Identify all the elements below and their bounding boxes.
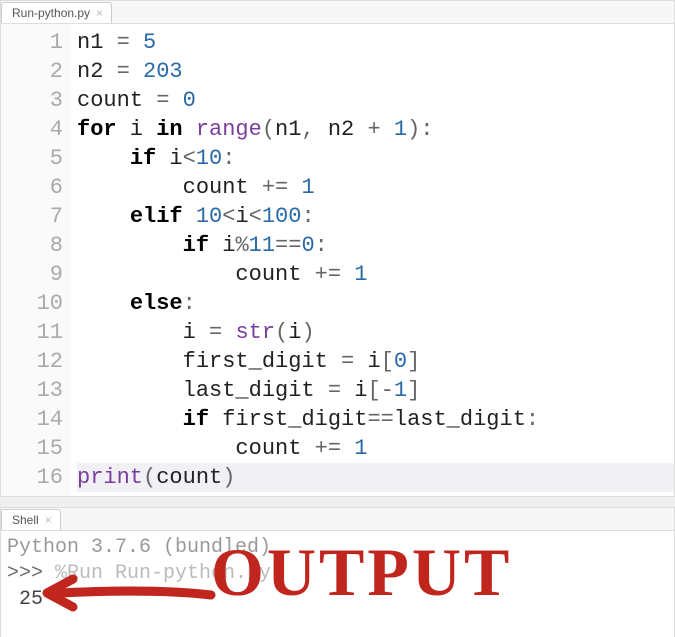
line-number: 14 [1, 405, 63, 434]
editor-tab[interactable]: Run-python.py × [1, 2, 112, 23]
line-number: 8 [1, 231, 63, 260]
code-line[interactable]: i = str(i) [77, 318, 674, 347]
shell-magic-command: %Run Run-python.py [43, 562, 271, 585]
shell-prompt: >>> [7, 562, 43, 585]
shell-run-line: >>> %Run Run-python.py [7, 561, 668, 587]
code-line[interactable]: last_digit = i[-1] [77, 376, 674, 405]
line-number-gutter: 12345678910111213141516 [1, 24, 71, 496]
line-number: 16 [1, 463, 63, 492]
code-line[interactable]: else: [77, 289, 674, 318]
line-number: 5 [1, 144, 63, 173]
code-line[interactable]: first_digit = i[0] [77, 347, 674, 376]
line-number: 7 [1, 202, 63, 231]
shell-body[interactable]: Python 3.7.6 (bundled) >>> %Run Run-pyth… [1, 531, 674, 637]
line-number: 12 [1, 347, 63, 376]
code-line[interactable]: n1 = 5 [77, 28, 674, 57]
editor-tab-label: Run-python.py [12, 6, 90, 20]
code-line[interactable]: count += 1 [77, 434, 674, 463]
code-line[interactable]: print(count) [77, 463, 674, 492]
shell-tab[interactable]: Shell × [1, 509, 61, 530]
code-line[interactable]: elif 10<i<100: [77, 202, 674, 231]
shell-output: 25 [7, 587, 668, 613]
shell-panel: Shell × Python 3.7.6 (bundled) >>> %Run … [0, 507, 675, 637]
line-number: 9 [1, 260, 63, 289]
code-line[interactable]: count += 1 [77, 173, 674, 202]
code-line[interactable]: if i<10: [77, 144, 674, 173]
shell-version-line: Python 3.7.6 (bundled) [7, 535, 668, 561]
shell-tab-bar: Shell × [1, 508, 674, 531]
line-number: 3 [1, 86, 63, 115]
code-line[interactable]: count = 0 [77, 86, 674, 115]
line-number: 2 [1, 57, 63, 86]
shell-tab-label: Shell [12, 513, 39, 527]
line-number: 11 [1, 318, 63, 347]
code-line[interactable]: count += 1 [77, 260, 674, 289]
line-number: 6 [1, 173, 63, 202]
code-area[interactable]: 12345678910111213141516 n1 = 5n2 = 203co… [1, 24, 674, 496]
line-number: 13 [1, 376, 63, 405]
editor-tab-bar: Run-python.py × [1, 1, 674, 24]
line-number: 15 [1, 434, 63, 463]
code-body[interactable]: n1 = 5n2 = 203count = 0for i in range(n1… [71, 24, 674, 496]
code-line[interactable]: for i in range(n1, n2 + 1): [77, 115, 674, 144]
editor-panel: Run-python.py × 12345678910111213141516 … [0, 0, 675, 497]
line-number: 1 [1, 28, 63, 57]
code-line[interactable]: if i%11==0: [77, 231, 674, 260]
line-number: 10 [1, 289, 63, 318]
close-icon[interactable]: × [45, 514, 52, 526]
code-line[interactable]: if first_digit==last_digit: [77, 405, 674, 434]
close-icon[interactable]: × [96, 7, 103, 19]
line-number: 4 [1, 115, 63, 144]
code-line[interactable]: n2 = 203 [77, 57, 674, 86]
